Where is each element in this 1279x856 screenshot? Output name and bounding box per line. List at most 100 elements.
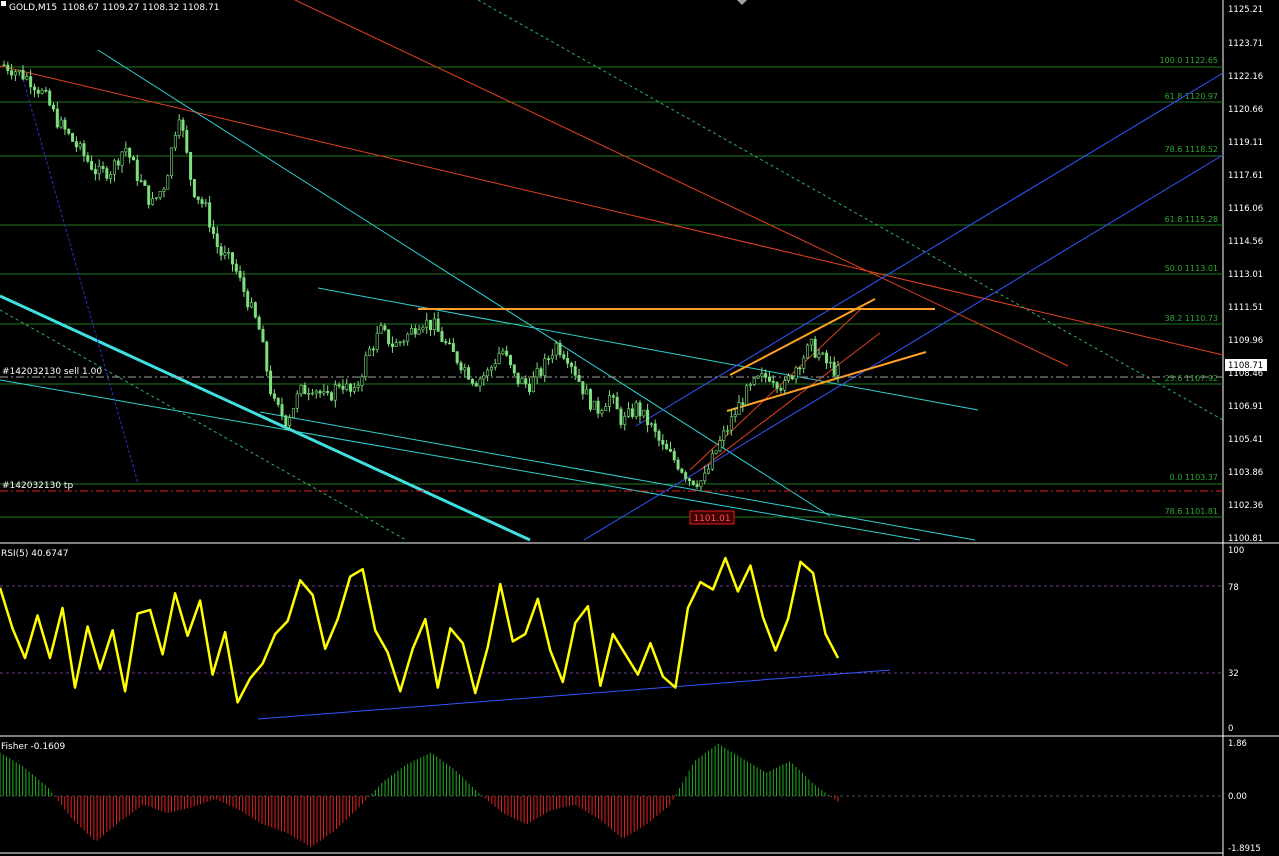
price-tick: 1105.41 [1228, 435, 1263, 445]
candle-body [143, 180, 147, 186]
price-tick: 1125.21 [1228, 5, 1263, 15]
candle-body [832, 361, 836, 376]
candle-body [101, 166, 105, 169]
fib-label: 23.6 1107.92 [1165, 374, 1218, 383]
candle-body [402, 340, 406, 343]
candle-body [368, 348, 372, 356]
candle-body [748, 384, 752, 387]
candle-body [478, 378, 482, 387]
candle-body [135, 159, 139, 181]
candle-body [497, 353, 501, 364]
candle-body [600, 410, 604, 414]
candle-body [577, 374, 581, 382]
candle-body [131, 156, 135, 161]
candle-body [71, 133, 75, 142]
candle-body [97, 166, 101, 175]
price-tick: 1113.01 [1228, 270, 1263, 280]
candle-body [524, 378, 528, 385]
fib-label: 61.8 1115.28 [1165, 215, 1218, 224]
candle-body [714, 450, 718, 454]
candle-body [630, 408, 634, 417]
fib-label: 100.0 1122.65 [1159, 56, 1218, 65]
price-tick: 1123.71 [1228, 39, 1263, 49]
candle-body [250, 302, 254, 308]
candle-body [375, 332, 379, 350]
candle-body [836, 365, 840, 376]
candle-body [364, 355, 368, 378]
candle-body [554, 342, 558, 356]
candle-body [173, 135, 177, 149]
candle-body [627, 408, 631, 417]
candle-body [638, 402, 642, 417]
candle-body [417, 329, 421, 335]
chart-canvas: 100.0 1122.65 61.8 1120.97 78.6 1118.52 … [0, 0, 1279, 856]
tp-order-label: #142032130 tp [2, 481, 73, 491]
candle-body [234, 263, 238, 272]
fisher-tick: 1.86 [1228, 739, 1247, 749]
scroll-marker-icon[interactable] [737, 0, 747, 5]
candle-body [17, 69, 21, 73]
price-candles [2, 60, 840, 492]
candle-body [21, 69, 25, 80]
candle-body [299, 385, 303, 395]
candle-body [181, 119, 185, 131]
candle-body [786, 375, 790, 381]
candle-body [745, 385, 749, 405]
candle-body [611, 395, 615, 398]
candle-body [333, 384, 337, 401]
candle-body [318, 390, 322, 394]
price-tick: 1100.81 [1228, 534, 1263, 544]
candle-body [158, 191, 162, 198]
candle-body [223, 252, 227, 256]
candle-body [588, 389, 592, 410]
price-axis: 1125.21 1123.71 1122.16 1120.66 1119.11 … [1228, 5, 1263, 544]
candle-body [390, 343, 394, 347]
candle-body [162, 188, 166, 192]
candle-body [486, 369, 490, 377]
candle-body [547, 358, 551, 360]
symbol-label: GOLD,M15 [9, 3, 57, 13]
candle-body [74, 141, 78, 148]
candle-body [451, 343, 455, 353]
candle-body [128, 147, 132, 158]
fisher-tick: -1.8915 [1228, 844, 1261, 854]
rsi-tick: 32 [1228, 669, 1239, 679]
candle-body [809, 338, 813, 346]
candle-body [93, 169, 97, 175]
candle-body [733, 414, 737, 418]
candle-body [608, 395, 612, 407]
candle-body [413, 328, 417, 335]
candle-body [139, 180, 143, 182]
price-tick: 1117.61 [1228, 171, 1263, 181]
candle-body [204, 202, 208, 205]
rsi-trendline [257, 669, 891, 720]
candle-body [764, 373, 768, 378]
candle-body [585, 389, 589, 395]
candle-body [703, 472, 707, 482]
fib-label: 50.0 1113.01 [1165, 264, 1218, 273]
candle-body [649, 423, 653, 426]
candle-body [82, 143, 86, 156]
candle-body [604, 406, 608, 411]
candle-body [307, 393, 311, 395]
candle-body [124, 147, 128, 153]
candle-body [387, 329, 391, 345]
candle-body [474, 383, 478, 387]
candle-body [806, 344, 810, 359]
candle-body [272, 393, 276, 399]
candle-body [615, 396, 619, 410]
price-tick: 1116.06 [1228, 204, 1263, 214]
candle-body [337, 384, 341, 387]
candle-body [291, 407, 295, 418]
candle-body [360, 376, 364, 386]
candle-body [200, 199, 204, 204]
candle-body [288, 417, 292, 427]
candle-body [756, 375, 760, 379]
candle-body [802, 357, 806, 369]
candle-body [444, 341, 448, 344]
candle-body [619, 408, 623, 425]
candle-body [821, 352, 825, 355]
candle-body [493, 363, 497, 368]
candle-body [562, 354, 566, 359]
candle-body [505, 350, 509, 356]
